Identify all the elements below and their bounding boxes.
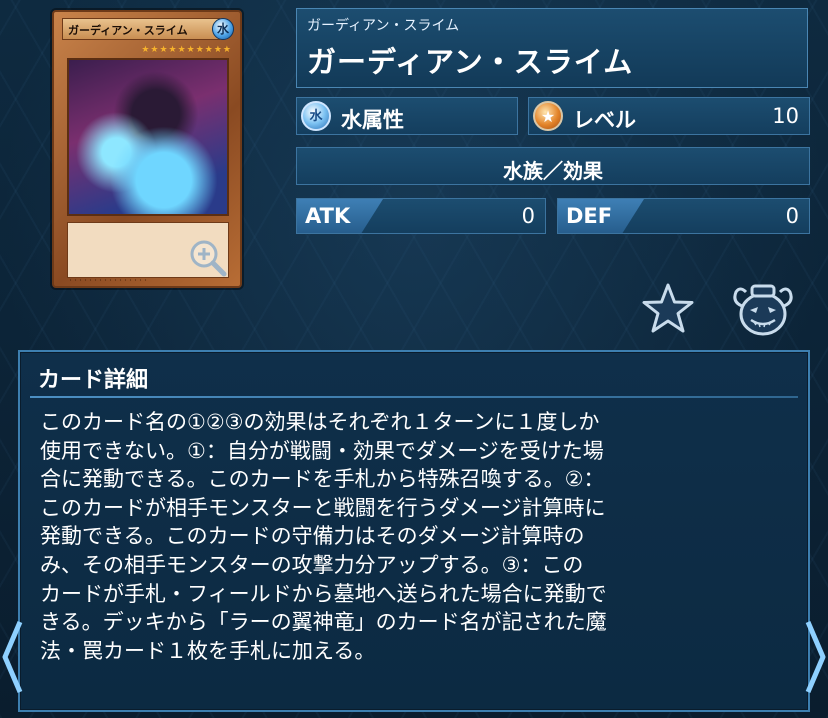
level-star-icon: ★ — [533, 101, 563, 131]
card-level-stars: ★★★★★★★★★★ — [141, 45, 232, 55]
card-name-strip: ガーディアン・スライム — [62, 18, 220, 40]
card-type: 水族／効果 — [503, 159, 603, 183]
level-panel: ★ レベル 10 — [528, 97, 810, 135]
card-footer: ・・・・・・・・・・・・・・・・ — [68, 278, 149, 284]
next-card-chevron-icon[interactable] — [804, 618, 828, 696]
previous-card-chevron-icon[interactable] — [0, 618, 24, 696]
atk-panel: ATK 0 — [296, 198, 546, 234]
attribute-label: 水属性 — [341, 108, 404, 132]
def-label: DEF — [566, 204, 613, 228]
atk-value: 0 — [521, 204, 535, 228]
card-name: ガーディアン・スライム — [307, 45, 634, 79]
details-divider — [30, 396, 798, 398]
card-artwork — [67, 58, 229, 216]
zoom-icon[interactable] — [188, 238, 228, 278]
details-title: カード詳細 — [38, 368, 149, 393]
type-panel: 水族／効果 — [296, 147, 810, 185]
level-label: レベル — [573, 108, 636, 132]
def-value: 0 — [785, 204, 799, 228]
favorite-star-icon[interactable] — [640, 282, 696, 336]
card-details-panel[interactable]: カード詳細 このカード名の①②③の効果はそれぞれ１ターンに１度しか 使用できない… — [18, 350, 810, 712]
level-value: 10 — [772, 104, 799, 128]
card-image[interactable]: ガーディアン・スライム 水 ★★★★★★★★★★ ・・・・・・・・・・・・・・・… — [52, 10, 242, 288]
add-to-deck-icon[interactable] — [730, 280, 796, 338]
card-name-panel: ガーディアン・スライム ガーディアン・スライム — [296, 8, 808, 88]
water-attribute-icon: 水 — [301, 101, 331, 131]
card-attribute-icon: 水 — [212, 18, 234, 40]
atk-label: ATK — [305, 204, 351, 228]
attribute-panel: 水 水属性 — [296, 97, 518, 135]
card-name-ruby: ガーディアン・スライム — [307, 18, 460, 34]
card-effect-text: このカード名の①②③の効果はそれぞれ１ターンに１度しか 使用できない。①：自分が… — [40, 410, 607, 663]
def-panel: DEF 0 — [557, 198, 810, 234]
